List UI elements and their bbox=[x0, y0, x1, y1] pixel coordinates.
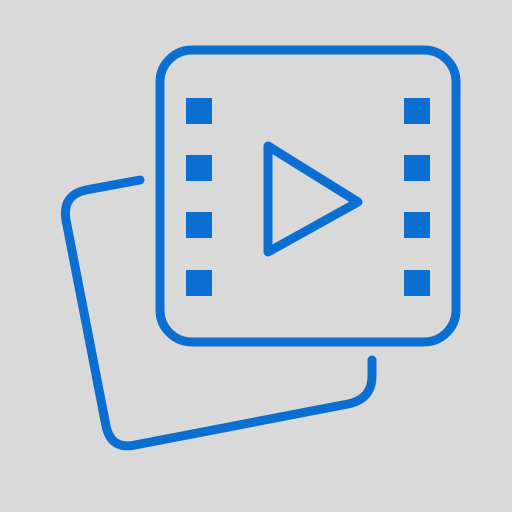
perforation-left-2 bbox=[186, 155, 212, 181]
perforation-left-3 bbox=[186, 212, 212, 238]
video-library-icon bbox=[0, 0, 512, 512]
perforation-left-4 bbox=[186, 270, 212, 296]
perforation-right-4 bbox=[404, 270, 430, 296]
film-frame-icon bbox=[155, 45, 461, 347]
perforation-left-1 bbox=[186, 98, 212, 124]
film-perforation-icon bbox=[186, 98, 430, 296]
perforation-right-1 bbox=[404, 98, 430, 124]
perforation-right-2 bbox=[404, 155, 430, 181]
perforation-right-3 bbox=[404, 212, 430, 238]
play-triangle-icon bbox=[263, 141, 363, 257]
video-library-icon-svg bbox=[60, 45, 461, 451]
